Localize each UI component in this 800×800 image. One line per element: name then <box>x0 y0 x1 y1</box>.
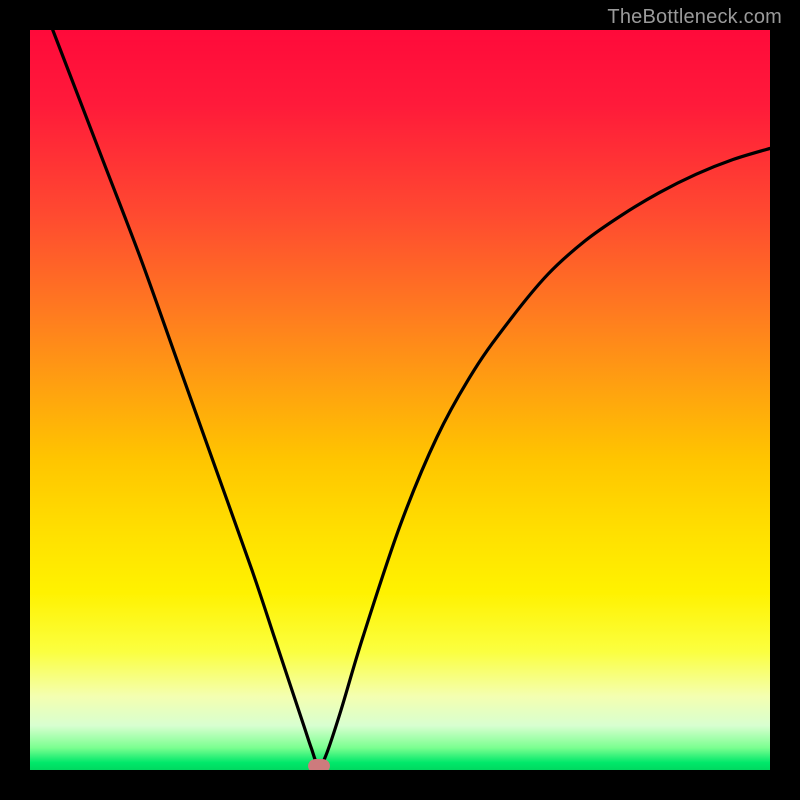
bottleneck-curve <box>30 30 770 770</box>
plot-area <box>30 30 770 770</box>
watermark-text: TheBottleneck.com <box>607 6 782 29</box>
optimum-marker <box>308 759 330 770</box>
chart-frame: TheBottleneck.com <box>0 0 800 800</box>
